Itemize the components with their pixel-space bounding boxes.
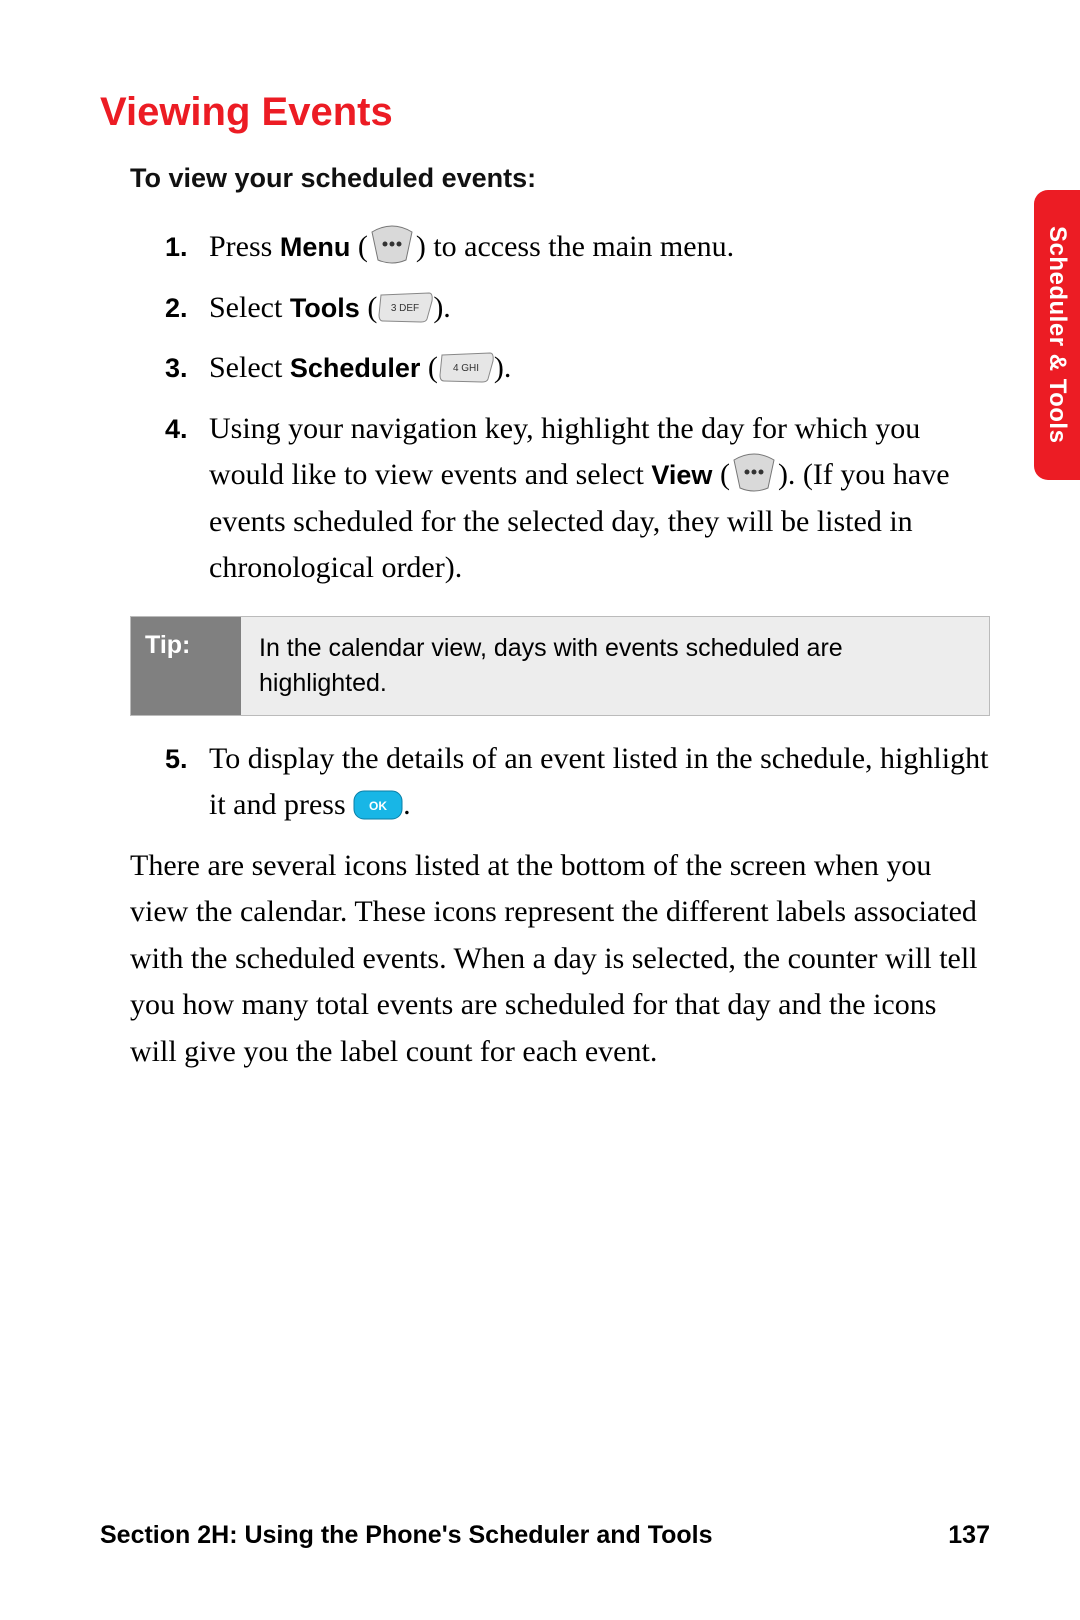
section-tab-label: Scheduler & Tools <box>1043 226 1071 443</box>
step-number: 2. <box>165 285 209 330</box>
key-3-icon: 3 DEF <box>377 291 433 323</box>
svg-text:4 GHI: 4 GHI <box>453 363 479 374</box>
page-heading: Viewing Events <box>100 90 990 135</box>
step-number: 3. <box>165 345 209 390</box>
key-4-icon: 4 GHI <box>438 351 494 383</box>
step-3: 3. Select Scheduler ( 4 GHI ). <box>165 345 990 392</box>
tip-callout: Tip: In the calendar view, days with eve… <box>130 616 990 716</box>
step-number: 4. <box>165 406 209 451</box>
step-1: 1. Press Menu ( ) to access the main men… <box>165 224 990 271</box>
tip-label: Tip: <box>131 617 241 715</box>
footer-page-number: 137 <box>948 1521 990 1550</box>
step-4: 4. Using your navigation key, highlight … <box>165 406 990 592</box>
step-number: 1. <box>165 224 209 269</box>
footer-section-title: Section 2H: Using the Phone's Scheduler … <box>100 1521 713 1550</box>
step-body: Select Scheduler ( 4 GHI ). <box>209 345 990 392</box>
steps-list: 1. Press Menu ( ) to access the main men… <box>165 224 990 592</box>
step-body: Using your navigation key, highlight the… <box>209 406 990 592</box>
subheading: To view your scheduled events: <box>130 163 990 194</box>
step-2: 2. Select Tools ( 3 DEF ). <box>165 285 990 332</box>
svg-text:3 DEF: 3 DEF <box>391 303 419 314</box>
svg-text:OK: OK <box>369 799 387 813</box>
step-number: 5. <box>165 736 209 781</box>
body-paragraph: There are several icons listed at the bo… <box>130 843 990 1076</box>
section-tab: Scheduler & Tools <box>1034 190 1080 480</box>
step-body: To display the details of an event liste… <box>209 736 990 829</box>
ok-button-icon: OK <box>353 788 403 818</box>
tip-text: In the calendar view, days with events s… <box>241 617 989 715</box>
step-body: Select Tools ( 3 DEF ). <box>209 285 990 332</box>
page-footer: Section 2H: Using the Phone's Scheduler … <box>100 1521 990 1550</box>
manual-page: Scheduler & Tools Viewing Events To view… <box>0 0 1080 1620</box>
steps-list-cont: 5. To display the details of an event li… <box>165 736 990 829</box>
step-5: 5. To display the details of an event li… <box>165 736 990 829</box>
softkey-dots-icon <box>730 452 778 492</box>
step-body: Press Menu ( ) to access the main menu. <box>209 224 990 271</box>
softkey-dots-icon <box>368 224 416 264</box>
